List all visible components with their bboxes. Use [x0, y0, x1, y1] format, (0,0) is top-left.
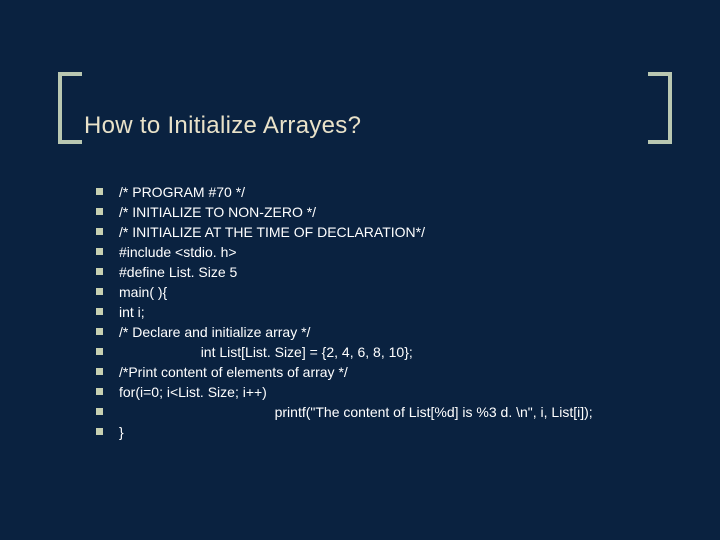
body-line: /* Declare and initialize array */	[96, 322, 656, 342]
body-text: /* INITIALIZE TO NON-ZERO */	[119, 202, 656, 222]
body-line: main( ){	[96, 282, 656, 302]
bullet-icon	[96, 368, 103, 375]
bullet-icon	[96, 288, 103, 295]
bullet-icon	[96, 308, 103, 315]
slide: How to Initialize Arrayes? /* PROGRAM #7…	[0, 0, 720, 540]
body-text: #define List. Size 5	[119, 262, 656, 282]
bullet-icon	[96, 388, 103, 395]
bullet-icon	[96, 408, 103, 415]
bullet-icon	[96, 188, 103, 195]
body-text: }	[119, 422, 656, 442]
bracket-right	[648, 72, 672, 144]
body-line: }	[96, 422, 656, 442]
bullet-icon	[96, 428, 103, 435]
bullet-icon	[96, 228, 103, 235]
body-text: int List[List. Size] = {2, 4, 6, 8, 10};	[119, 342, 656, 362]
bullet-icon	[96, 248, 103, 255]
body-line: /* INITIALIZE TO NON-ZERO */	[96, 202, 656, 222]
body-text: #include <stdio. h>	[119, 242, 656, 262]
body-text: /*Print content of elements of array */	[119, 362, 656, 382]
slide-title: How to Initialize Arrayes?	[84, 112, 361, 140]
body-line: /* PROGRAM #70 */	[96, 182, 656, 202]
body-text: /* INITIALIZE AT THE TIME OF DECLARATION…	[119, 222, 656, 242]
bullet-icon	[96, 328, 103, 335]
body-line: /* INITIALIZE AT THE TIME OF DECLARATION…	[96, 222, 656, 242]
body-text: for(i=0; i<List. Size; i++)	[119, 382, 656, 402]
body-text: int i;	[119, 302, 656, 322]
slide-body: /* PROGRAM #70 */ /* INITIALIZE TO NON-Z…	[96, 182, 656, 442]
body-line: #include <stdio. h>	[96, 242, 656, 262]
body-line: for(i=0; i<List. Size; i++)	[96, 382, 656, 402]
body-text: /* Declare and initialize array */	[119, 322, 656, 342]
bracket-left	[58, 72, 82, 144]
bullet-icon	[96, 348, 103, 355]
bullet-icon	[96, 268, 103, 275]
body-text: printf("The content of List[%d] is %3 d.…	[119, 402, 656, 422]
body-text: /* PROGRAM #70 */	[119, 182, 656, 202]
bullet-icon	[96, 208, 103, 215]
body-line: /*Print content of elements of array */	[96, 362, 656, 382]
body-line: #define List. Size 5	[96, 262, 656, 282]
body-text: main( ){	[119, 282, 656, 302]
body-line: printf("The content of List[%d] is %3 d.…	[96, 402, 656, 422]
body-line: int List[List. Size] = {2, 4, 6, 8, 10};	[96, 342, 656, 362]
body-line: int i;	[96, 302, 656, 322]
